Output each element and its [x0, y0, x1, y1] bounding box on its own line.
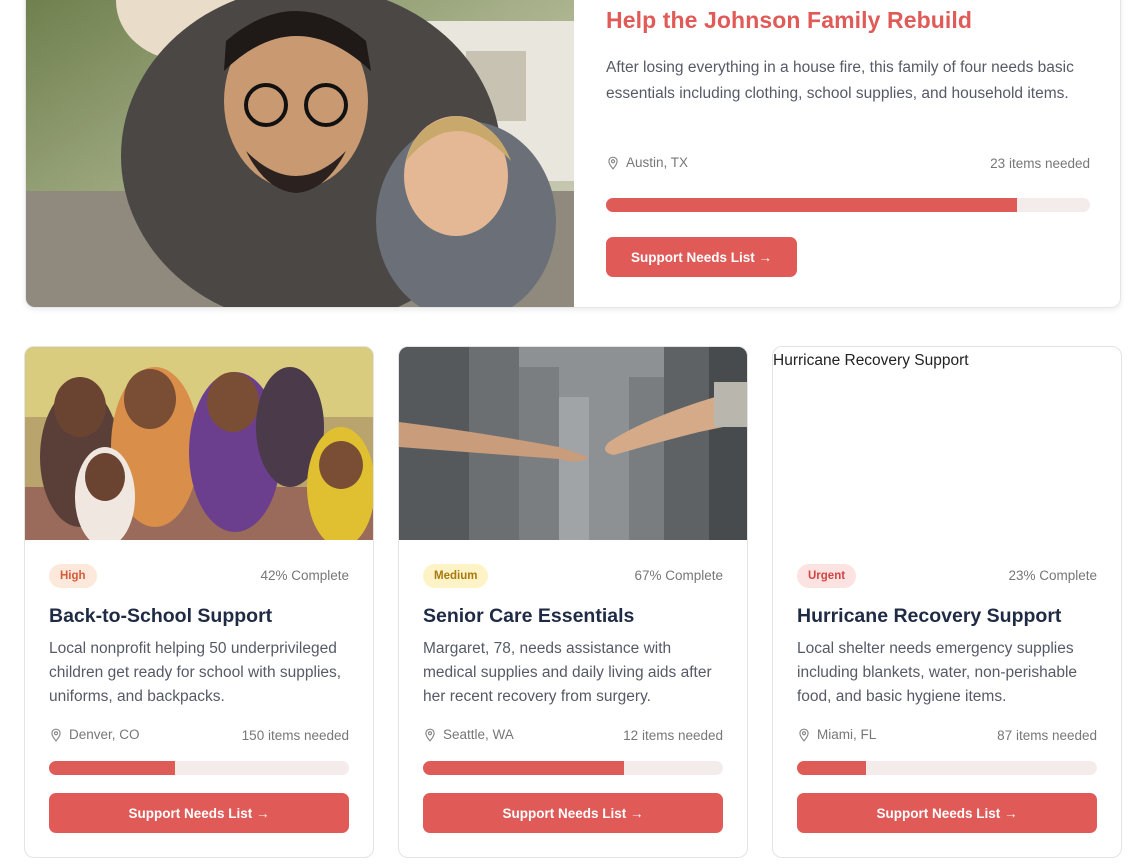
- card-progress-bar: [797, 761, 1097, 775]
- card-items-needed: 87 items needed: [997, 728, 1097, 743]
- card-progress-fill: [49, 761, 175, 775]
- map-pin-icon: [51, 728, 61, 742]
- featured-support-needs-list-button[interactable]: Support Needs List →: [606, 237, 797, 277]
- card-progress-fill: [797, 761, 866, 775]
- campaign-card-hurricane-recovery: Hurricane Recovery Support Urgent 23% Co…: [772, 346, 1122, 858]
- campaign-card-back-to-school: High 42% Complete Back-to-School Support…: [24, 346, 374, 858]
- percent-complete: 67% Complete: [634, 568, 723, 583]
- card-items-needed: 150 items needed: [241, 728, 349, 743]
- featured-items-needed: 23 items needed: [990, 156, 1090, 171]
- card-progress-bar: [423, 761, 723, 775]
- percent-complete: 42% Complete: [260, 568, 349, 583]
- featured-campaign-body: Help the Johnson Family Rebuild After lo…: [606, 0, 1090, 307]
- priority-badge: Urgent: [797, 564, 857, 588]
- card-description: Margaret, 78, needs assistance with medi…: [423, 640, 712, 705]
- card-progress-fill: [423, 761, 624, 775]
- card-location-text: Miami, FL: [817, 727, 877, 742]
- children-photo: [25, 347, 373, 540]
- featured-progress-fill: [606, 198, 1018, 212]
- priority-badge: Medium: [423, 564, 489, 588]
- featured-description: After losing everything in a house fire,…: [606, 59, 1074, 102]
- family-photo: [26, 0, 574, 307]
- campaign-card-senior-care: Medium 67% Complete Senior Care Essentia…: [398, 346, 748, 858]
- card-description: Local shelter needs emergency supplies i…: [797, 640, 1078, 705]
- card-title: Hurricane Recovery Support: [797, 605, 1062, 627]
- percent-complete: 23% Complete: [1008, 568, 1097, 583]
- map-pin-icon: [799, 728, 809, 742]
- card-progress-bar: [49, 761, 349, 775]
- support-needs-list-button[interactable]: Support Needs List →: [797, 793, 1097, 833]
- image-alt-text: Hurricane Recovery Support: [773, 352, 969, 369]
- map-pin-icon: [425, 728, 435, 742]
- support-needs-list-button[interactable]: Support Needs List →: [49, 793, 349, 833]
- priority-badge: High: [49, 564, 97, 588]
- featured-location-text: Austin, TX: [626, 155, 689, 170]
- card-location-text: Seattle, WA: [443, 727, 514, 742]
- map-pin-icon: [608, 156, 618, 170]
- reaching-hands-photo: [399, 347, 747, 540]
- support-needs-list-button[interactable]: Support Needs List →: [423, 793, 723, 833]
- featured-campaign-card: Help the Johnson Family Rebuild After lo…: [25, 0, 1121, 308]
- card-description: Local nonprofit helping 50 underprivileg…: [49, 640, 342, 705]
- children-photo-image: [25, 347, 373, 540]
- card-location: Seattle, WA: [423, 727, 514, 742]
- card-items-needed: 12 items needed: [623, 728, 723, 743]
- card-title: Senior Care Essentials: [423, 605, 635, 627]
- card-location: Miami, FL: [797, 727, 876, 742]
- broken-image: Hurricane Recovery Support: [773, 347, 1121, 540]
- card-location-text: Denver, CO: [69, 727, 140, 742]
- reaching-hands-photo-image: [399, 347, 747, 540]
- card-title: Back-to-School Support: [49, 605, 273, 627]
- featured-title: Help the Johnson Family Rebuild: [606, 7, 973, 33]
- featured-location: Austin, TX: [606, 155, 688, 170]
- featured-progress-bar: [606, 198, 1090, 212]
- family-photo-image: [26, 0, 574, 307]
- card-location: Denver, CO: [49, 727, 140, 742]
